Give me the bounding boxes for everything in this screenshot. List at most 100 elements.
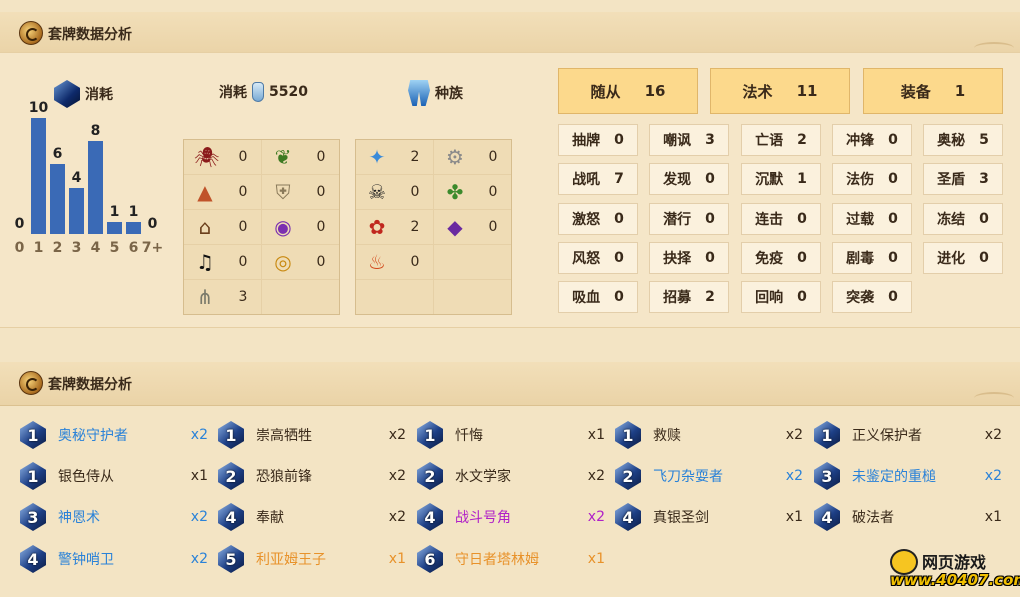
card-name[interactable]: 奉献: [256, 507, 386, 527]
card-name[interactable]: 利亚姆王子: [256, 549, 386, 569]
card-item[interactable]: 4 警钟哨卫 x2: [20, 542, 208, 576]
demon-icon: ◆: [447, 215, 463, 239]
card-name[interactable]: 恐狼前锋: [256, 466, 386, 486]
keyword-value: 2: [705, 289, 715, 305]
type-spell-box: 法术 11: [710, 68, 850, 114]
grid-count: 0: [238, 184, 248, 200]
keyword-stat: 招募 2: [649, 281, 729, 313]
grid-count: 0: [238, 254, 248, 270]
keyword-value: 0: [705, 171, 715, 187]
elemental-icon: ♨: [368, 250, 386, 274]
purple-eye-icon: ◉: [274, 215, 292, 239]
card-item[interactable]: 6 守日者塔林姆 x1: [417, 542, 605, 576]
card-item[interactable]: 5 利亚姆王子 x1: [218, 542, 406, 576]
mountain-icon: ▲: [197, 180, 213, 204]
keyword-stat: 连击 0: [741, 203, 821, 235]
claw-icon: ⋔: [196, 285, 214, 309]
keyword-value: 0: [614, 211, 624, 227]
card-cost-gem: 3: [814, 462, 840, 490]
card-item[interactable]: 4 真银圣剑 x1: [615, 500, 803, 534]
card-name[interactable]: 飞刀杂耍者: [653, 466, 783, 486]
keyword-stat: 抽牌 0: [558, 124, 638, 156]
grid-count: 0: [488, 219, 498, 235]
card-name[interactable]: 警钟哨卫: [58, 549, 188, 569]
keyword-stat: 法伤 0: [832, 163, 912, 195]
card-cost-gem: 2: [218, 462, 244, 490]
type-minion-box: 随从 16: [558, 68, 698, 114]
keyword-value: 5: [979, 132, 989, 148]
keyword-stat: 潜行 0: [649, 203, 729, 235]
grid-cell: [434, 245, 511, 279]
card-cost-gem: 4: [417, 503, 443, 531]
card-count: x2: [587, 468, 605, 484]
brand-line1: 网页游戏: [922, 553, 987, 572]
keyword-stat: 突袭 0: [832, 281, 912, 313]
card-name[interactable]: 真银圣剑: [653, 507, 783, 527]
bar-column: 0 7+: [142, 80, 163, 270]
card-name[interactable]: 神恩术: [58, 507, 188, 527]
card-name[interactable]: 银色侍从: [58, 466, 188, 486]
keyword-stat: 激怒 0: [558, 203, 638, 235]
keyword-stat: 风怒 0: [558, 242, 638, 274]
keyword-stat: 奥秘 5: [923, 124, 1003, 156]
keyword-stat: 回响 0: [741, 281, 821, 313]
keyword-value: 0: [705, 211, 715, 227]
keyword-label: 发现: [663, 172, 692, 188]
card-count: x1: [587, 551, 605, 567]
card-item[interactable]: 2 水文学家 x2: [417, 459, 605, 493]
keyword-stat: 进化 0: [923, 242, 1003, 274]
card-name[interactable]: 未鉴定的重槌: [852, 466, 982, 486]
card-item[interactable]: 2 飞刀杂耍者 x2: [615, 459, 803, 493]
type-value: 16: [644, 82, 666, 100]
keyword-label: 圣盾: [937, 172, 966, 188]
card-name[interactable]: 破法者: [852, 507, 982, 527]
card-name[interactable]: 守日者塔林姆: [455, 549, 585, 569]
keyword-label: 吸血: [572, 290, 601, 306]
card-item[interactable]: 1 银色侍从 x1: [20, 459, 208, 493]
grid-cell: ▲ 0: [184, 175, 261, 209]
card-cost-gem: 1: [417, 421, 443, 449]
bar: [107, 222, 122, 234]
grid-cell: ✦ 2: [356, 140, 433, 174]
grid-cell: ⛨ 0: [262, 175, 339, 209]
gear-icon: ⚙: [446, 145, 464, 169]
card-item[interactable]: 1 正义保护者 x2: [814, 418, 1002, 452]
grid-cell: 🕷 0: [184, 140, 261, 174]
card-count: x1: [785, 509, 803, 525]
keyword-stat: 嘲讽 3: [649, 124, 729, 156]
keyword-stat: 沉默 1: [741, 163, 821, 195]
type-weapon-box: 装备 1: [863, 68, 1003, 114]
bar: [69, 188, 84, 234]
keyword-value: 0: [888, 289, 898, 305]
card-item[interactable]: 1 崇高牺牲 x2: [218, 418, 406, 452]
card-name[interactable]: 水文学家: [455, 466, 585, 486]
card-item[interactable]: 1 救赎 x2: [615, 418, 803, 452]
card-item[interactable]: 1 忏悔 x1: [417, 418, 605, 452]
card-name[interactable]: 战斗号角: [455, 507, 585, 527]
card-count: x2: [785, 427, 803, 443]
card-item[interactable]: 3 未鉴定的重槌 x2: [814, 459, 1002, 493]
card-item[interactable]: 1 奥秘守护者 x2: [20, 418, 208, 452]
card-item[interactable]: 2 恐狼前锋 x2: [218, 459, 406, 493]
card-count: x2: [587, 509, 605, 525]
card-name[interactable]: 救赎: [653, 425, 783, 445]
grid-cell: ✿ 2: [356, 210, 433, 244]
card-item[interactable]: 4 破法者 x1: [814, 500, 1002, 534]
card-item[interactable]: 4 战斗号角 x2: [417, 500, 605, 534]
card-name[interactable]: 崇高牺牲: [256, 425, 386, 445]
keyword-value: 0: [888, 250, 898, 266]
card-item[interactable]: 3 神恩术 x2: [20, 500, 208, 534]
card-count: x1: [587, 427, 605, 443]
card-name[interactable]: 忏悔: [455, 425, 585, 445]
grid-count: 0: [316, 254, 326, 270]
paw-icon: ✿: [368, 215, 386, 239]
card-count: x2: [388, 468, 406, 484]
card-name[interactable]: 奥秘守护者: [58, 425, 188, 445]
card-item[interactable]: 4 奉献 x2: [218, 500, 406, 534]
grid-count: 2: [410, 219, 420, 235]
card-name[interactable]: 正义保护者: [852, 425, 982, 445]
gold-ring-icon: ◎: [274, 250, 292, 274]
card-count: x1: [388, 551, 406, 567]
keyword-label: 法伤: [846, 172, 875, 188]
keyword-label: 突袭: [846, 290, 875, 306]
